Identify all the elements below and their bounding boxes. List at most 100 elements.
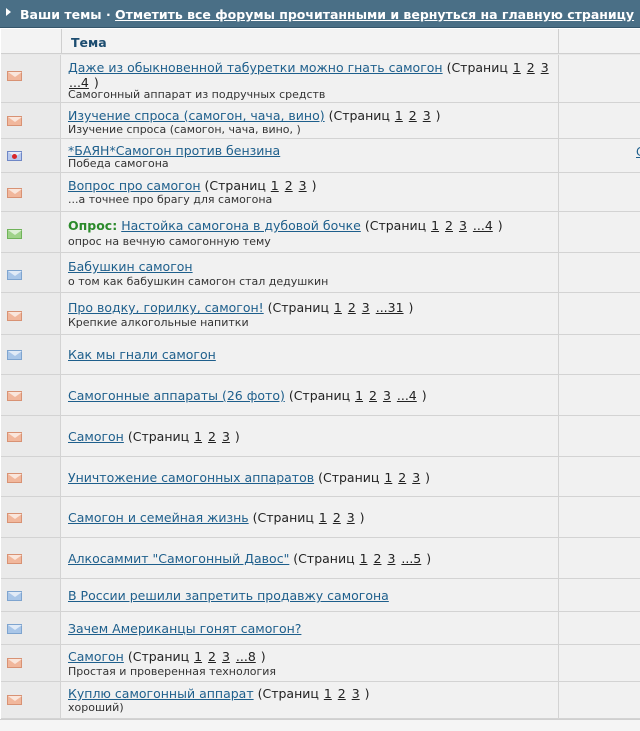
page-link[interactable]: 3 [299, 178, 307, 193]
page-link[interactable]: 2 [369, 388, 377, 403]
page-link[interactable]: ...31 [376, 300, 404, 315]
page-link[interactable]: 3 [387, 551, 395, 566]
topic-link[interactable]: Самогон и семейная жизнь [68, 510, 249, 525]
topic-envelope-icon [7, 658, 22, 668]
page-link[interactable]: 1 [513, 60, 521, 75]
page-link[interactable]: 2 [374, 551, 382, 566]
page-link[interactable]: 2 [348, 300, 356, 315]
table-row: В России решили запретить продавжу самог… [1, 579, 640, 612]
page-link[interactable]: 3 [222, 429, 230, 444]
topic-envelope-icon [7, 473, 22, 483]
topic-envelope-icon [7, 554, 22, 564]
topic-link[interactable]: Настойка самогона в дубовой бочке [121, 218, 361, 233]
row-extra-cell [558, 375, 640, 415]
page-link[interactable]: 1 [319, 510, 327, 525]
row-icon-cell [1, 416, 61, 456]
topic-link[interactable]: В России решили запретить продавжу самог… [68, 588, 389, 603]
page-link[interactable]: 3 [383, 388, 391, 403]
page-link[interactable]: 1 [384, 470, 392, 485]
topic-link[interactable]: Как мы гнали самогон [68, 347, 216, 362]
page-link[interactable]: 1 [194, 649, 202, 664]
page-link[interactable]: 1 [334, 300, 342, 315]
your-topics-label: Ваши темы [20, 7, 102, 22]
page-link[interactable]: 1 [324, 686, 332, 701]
topic-line: Опрос: Настойка самогона в дубовой бочке … [68, 218, 503, 233]
topic-line: Самогонные аппараты (26 фото) (Страниц 1… [68, 388, 427, 403]
page-link[interactable]: 3 [459, 218, 467, 233]
topic-line: Про водку, горилку, самогон! (Страниц 1 … [68, 300, 413, 315]
topic-link[interactable]: Уничтожение самогонных аппаратов [68, 470, 314, 485]
page-link[interactable]: 2 [527, 60, 535, 75]
topic-envelope-icon [7, 391, 22, 401]
page-link[interactable]: 3 [352, 686, 360, 701]
page-link[interactable]: 3 [423, 108, 431, 123]
page-link[interactable]: ...4 [473, 218, 493, 233]
topic-link[interactable]: Самогонные аппараты (26 фото) [68, 388, 285, 403]
topic-line: Самогон (Страниц 1 2 3 ...8 ) [68, 649, 266, 664]
page-link[interactable]: 3 [541, 60, 549, 75]
page-link[interactable]: 1 [194, 429, 202, 444]
mark-all-read-link[interactable]: Отметить все форумы прочитанными и верну… [115, 7, 634, 22]
page-link[interactable]: 3 [347, 510, 355, 525]
page-link[interactable]: 1 [431, 218, 439, 233]
topic-line: Куплю самогонный аппарат (Страниц 1 2 3 … [68, 686, 370, 701]
topic-description: Простая и проверенная технология [68, 665, 276, 678]
table-row: Самогон (Страниц 1 2 3 ) [1, 416, 640, 457]
topic-link[interactable]: Изучение спроса (самогон, чача, вино) [68, 108, 325, 123]
page-link[interactable]: 2 [409, 108, 417, 123]
table-header: Тема [1, 29, 640, 54]
page-link[interactable]: 2 [333, 510, 341, 525]
row-extra-cell [558, 139, 640, 172]
topic-link[interactable]: Вопрос про самогон [68, 178, 201, 193]
topic-line: Самогон и семейная жизнь (Страниц 1 2 3 … [68, 510, 365, 525]
row-icon-cell [1, 612, 61, 644]
poll-envelope-icon [7, 229, 22, 239]
page-link[interactable]: 1 [395, 108, 403, 123]
topic-link[interactable]: Бабушкин самогон [68, 259, 193, 274]
page-link[interactable]: 1 [355, 388, 363, 403]
row-icon-cell [1, 579, 61, 611]
row-icon-cell [1, 645, 61, 681]
page-link[interactable]: 3 [412, 470, 420, 485]
page-link[interactable]: 3 [222, 649, 230, 664]
topic-link[interactable]: Про водку, горилку, самогон! [68, 300, 264, 315]
topic-description: Изучение спроса (самогон, чача, вино, ) [68, 123, 301, 136]
topic-link[interactable]: Даже из обыкновенной табуретки можно гна… [68, 60, 443, 75]
page-link[interactable]: ...4 [397, 388, 417, 403]
topic-link[interactable]: *БАЯН*Самогон против бензина [68, 143, 280, 158]
last-post-link[interactable]: С [636, 145, 640, 159]
topic-envelope-icon [7, 432, 22, 442]
topic-link[interactable]: Алкосаммит "Самогонный Давос" [68, 551, 289, 566]
page-link[interactable]: ...5 [401, 551, 421, 566]
topic-pages: (Страниц 1 2 3 ) [253, 686, 370, 701]
page-link[interactable]: 1 [271, 178, 279, 193]
row-icon-cell [1, 682, 61, 718]
topic-read-envelope-icon [7, 591, 22, 601]
table-row: Изучение спроса (самогон, чача, вино) (С… [1, 103, 640, 139]
topic-envelope-icon [7, 695, 22, 705]
row-extra-cell [558, 579, 640, 611]
topic-description: о том как бабушкин самогон стал дедушкин [68, 275, 329, 288]
page-link[interactable]: 2 [445, 218, 453, 233]
topic-link[interactable]: Самогон [68, 649, 124, 664]
page-link[interactable]: 2 [208, 649, 216, 664]
page-link[interactable]: 1 [360, 551, 368, 566]
page-link[interactable]: 2 [338, 686, 346, 701]
arrow-right-icon [6, 8, 11, 16]
page-link[interactable]: ...8 [236, 649, 256, 664]
topic-pages: (Страниц 1 2 3 ...31 ) [263, 300, 414, 315]
page-link[interactable]: 2 [208, 429, 216, 444]
page-link[interactable]: 2 [398, 470, 406, 485]
table-row: Самогон (Страниц 1 2 3 ...8 ) Простая и п… [1, 645, 640, 682]
table-row: Зачем Американцы гонят самогон? [1, 612, 640, 645]
row-extra-cell [558, 55, 640, 102]
topic-pages: (Страниц 1 2 3 ) [123, 429, 240, 444]
topic-link[interactable]: Самогон [68, 429, 124, 444]
page-link[interactable]: 3 [362, 300, 370, 315]
topic-link[interactable]: Зачем Американцы гонят самогон? [68, 621, 301, 636]
topic-pages: (Страниц 1 2 3 ) [314, 470, 431, 485]
row-extra-cell [558, 457, 640, 496]
page-link[interactable]: 2 [285, 178, 293, 193]
row-icon-cell [1, 103, 61, 138]
topic-link[interactable]: Куплю самогонный аппарат [68, 686, 254, 701]
